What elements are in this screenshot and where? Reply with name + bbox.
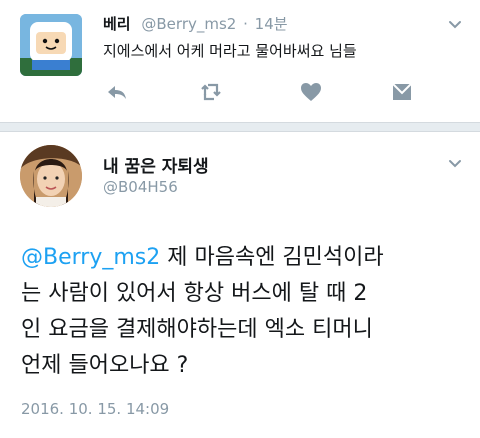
tweet-text: @Berry_ms2 제 마음속엔 김민석이라 는 사람이 있어서 항상 버스에… [21,240,471,384]
avatar-image [20,145,82,207]
display-name[interactable]: 베리 [103,15,131,33]
display-name[interactable]: 내 꿈은 자퇴생 [103,152,209,177]
action-bar [103,80,433,104]
reply-tweet[interactable]: 베리 @Berry_ms2 · 14분 지에스에서 어케 머라고 물어바써요 님… [0,0,480,122]
relative-time[interactable]: 14분 [255,15,288,33]
direct-message-icon[interactable] [390,80,414,104]
chevron-down-icon[interactable] [448,157,462,171]
tweet-text-line: 인 요금을 결제해야하는데 엑소 티머니 [21,317,373,342]
avatar[interactable] [20,145,82,207]
reply-icon[interactable] [105,80,129,104]
retweet-icon[interactable] [200,80,224,104]
timestamp[interactable]: 2016. 10. 15. 14:09 [21,400,169,418]
avatar-image [20,14,82,76]
user-handle[interactable]: @B04H56 [103,178,178,196]
like-icon[interactable] [299,80,323,104]
tweet-text: 지에스에서 어케 머라고 물어바써요 님들 [103,42,357,60]
user-handle[interactable]: @Berry_ms2 [141,15,236,33]
avatar[interactable] [20,14,82,76]
tweet-divider [0,122,480,132]
tweet-text-segment: 제 마음속엔 김민석이라 [160,245,384,270]
tweet-text-line: 는 사람이 있어서 항상 버스에 탈 때 2 [21,281,368,306]
tweet-header: 베리 @Berry_ms2 · 14분 [103,13,288,34]
tweet-text-line: @Berry_ms2 제 마음속엔 김민석이라 [21,240,471,276]
mention-link[interactable]: @Berry_ms2 [21,245,160,270]
chevron-down-icon[interactable] [448,18,462,32]
tweet-text-line: 언제 들어오나요 ? [21,353,189,378]
dot-separator: · [243,15,248,33]
